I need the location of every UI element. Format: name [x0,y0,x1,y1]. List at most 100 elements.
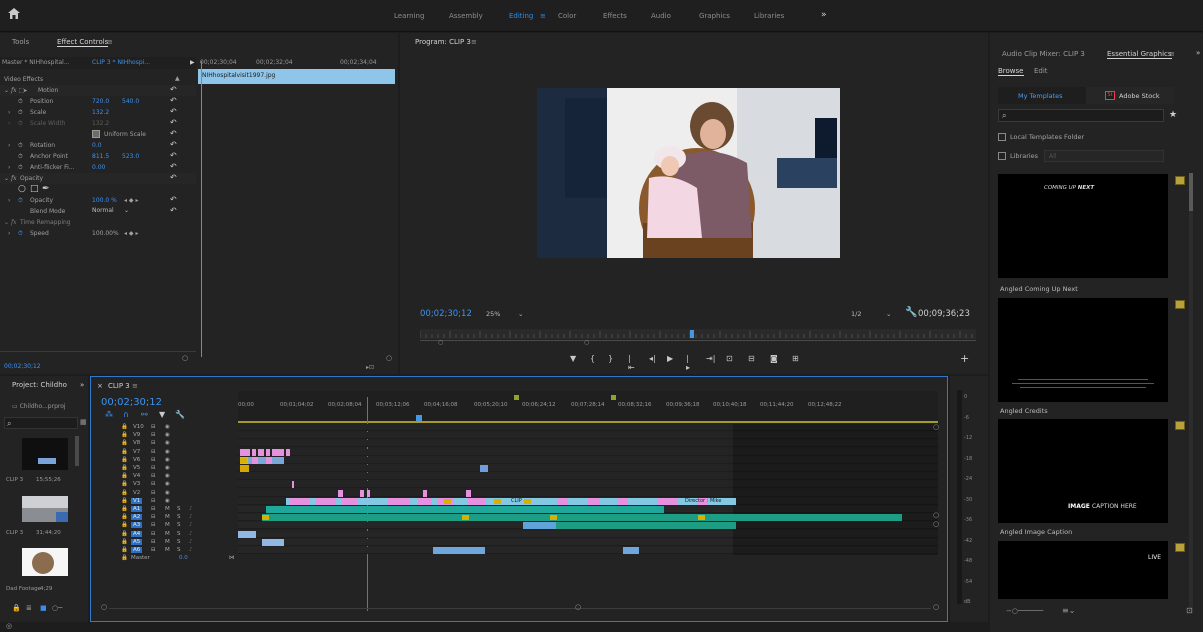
lock-icon[interactable]: 🔒 [121,506,128,512]
project-tab[interactable]: Project: Childho [12,381,67,389]
lock-icon[interactable]: 🔒 [121,432,128,438]
anchor-y-value[interactable]: 523.0 [122,153,139,160]
reset-position-icon[interactable]: ↶ [170,96,177,105]
video-track-header[interactable]: 🔒 V2 ⊟ ◉ [119,490,237,498]
template-card[interactable] [998,298,1168,402]
reset-anchor-icon[interactable]: ↶ [170,151,177,160]
sync-lock-icon[interactable]: ⊟ [151,547,156,553]
expand-icon[interactable]: › [8,164,10,171]
eye-icon[interactable]: ◉ [165,424,170,430]
stopwatch-active-icon[interactable]: ⏱ [18,197,23,205]
tab-effect-controls[interactable]: Effect Controls [57,38,109,47]
timeline-clip[interactable] [623,547,639,554]
video-track-header[interactable]: 🔒 V1 ⊟ ◉ [119,497,237,506]
zoom-handle-icon[interactable]: ○ [182,354,188,362]
eye-icon[interactable]: ◉ [165,498,170,504]
timeline-clip[interactable] [272,448,284,456]
rotation-value[interactable]: 0.0 [92,142,102,149]
program-playhead[interactable] [690,330,694,338]
lock-icon[interactable]: 🔒 [121,555,128,561]
linked-selection-icon[interactable]: ⚯ [141,410,148,419]
program-timecode[interactable]: 00;02;30;12 [420,309,472,319]
wrench-icon[interactable]: 🔧 [905,307,917,318]
timeline-clip[interactable] [266,506,664,513]
tab-audio-clip-mixer[interactable]: Audio Clip Mixer: CLIP 3 [1002,50,1085,58]
timeline-clip[interactable] [258,448,264,456]
zoom-slider[interactable]: ○─ [52,604,62,612]
timeline-clip[interactable] [433,547,485,554]
lock-icon[interactable]: 🔒 [121,490,128,496]
vertical-zoom-handle-icon[interactable]: ○ [933,423,939,431]
sync-lock-icon[interactable]: ⊟ [151,490,156,496]
eye-icon[interactable]: ◉ [165,481,170,487]
template-scrollbar[interactable] [1189,173,1193,613]
reset-scale-icon[interactable]: ↶ [170,107,177,116]
sync-lock-icon[interactable]: ⊟ [151,539,156,545]
sequence-marker[interactable] [611,395,616,400]
timeline-clip[interactable] [367,489,370,497]
sync-lock-icon[interactable]: ⊟ [151,457,156,463]
tab-essential-graphics[interactable]: Essential Graphics [1107,50,1172,59]
work-area-bar[interactable] [238,421,938,423]
sync-lock-icon[interactable]: ⊟ [151,465,156,471]
timeline-clip[interactable] [262,538,284,546]
timeline-clip[interactable] [588,497,600,505]
solo-button[interactable]: S [177,547,181,553]
solo-button[interactable]: S [177,514,181,520]
track-label[interactable]: A2 [131,514,143,521]
project-thumbnail[interactable] [22,438,68,470]
workspace-audio[interactable]: Audio [651,12,671,20]
video-track-header[interactable]: 🔒 V6 ⊟ ◉ [119,457,237,465]
add-marker-icon[interactable]: ▼ [570,354,576,363]
workspace-menu-icon[interactable]: ≡ [540,12,546,20]
timeline-clip[interactable] [290,497,310,505]
lock-icon[interactable]: 🔒 [121,531,128,537]
microphone-icon[interactable]: ♪ [189,514,193,520]
template-card[interactable]: COMING UP NEXT [998,174,1168,278]
lock-icon[interactable]: 🔒 [121,539,128,545]
step-back-icon[interactable]: ◂| [649,354,656,363]
master-volume[interactable]: 0.0 [179,555,188,561]
audio-track-header[interactable]: 🔒 A4 ⊟ M S ♪ [119,530,237,539]
video-track-header[interactable]: 🔒 V9 ⊟ ◉ [119,432,237,440]
sync-lock-icon[interactable]: ⊟ [151,473,156,479]
lock-icon[interactable]: 🔒 [121,440,128,446]
project-thumbnail[interactable] [22,548,68,576]
fx-toggle-icon[interactable]: ⌄ fx [4,219,17,226]
zoom-select[interactable]: 25% ⌄ [486,310,526,320]
timeline-close-icon[interactable]: × [97,382,103,390]
microphone-icon[interactable]: ♪ [189,506,193,512]
step-forward-icon[interactable]: |▸ [686,354,690,372]
timeline-clip[interactable] [338,489,343,497]
scrollbar-thumb[interactable] [1189,173,1193,211]
timeline-clip[interactable] [316,497,336,505]
audio-track-header[interactable]: 🔒 A5 ⊟ M S ♪ [119,538,237,547]
track-label[interactable]: V1 [131,497,143,504]
camera-icon[interactable]: ◙ [770,354,778,363]
solo-button[interactable]: S [177,522,181,528]
video-track-header[interactable]: 🔒 V8 ⊟ ◉ [119,440,237,448]
timeline-clip[interactable] [266,456,272,464]
program-video-frame[interactable] [537,88,840,258]
track-label[interactable]: V2 [131,490,142,496]
panel-menu-icon[interactable]: ≡ [1169,50,1175,58]
reset-scale-width-icon[interactable]: ↶ [170,118,177,127]
sync-lock-icon[interactable]: ⊟ [151,432,156,438]
libraries-select[interactable]: All [1044,150,1164,162]
template-card[interactable]: LIVE [998,541,1168,599]
track-label[interactable]: V8 [131,440,142,446]
track-label[interactable]: V7 [131,449,142,455]
reset-antiflicker-icon[interactable]: ↶ [170,162,177,171]
program-scrubber[interactable] [420,329,976,339]
mute-button[interactable]: M [165,547,170,553]
sync-lock-icon[interactable]: ⊟ [151,449,156,455]
master-clip-label[interactable]: Master * NIHhospital... [2,59,70,66]
lock-icon[interactable]: 🔒 [121,498,128,504]
eye-icon[interactable]: ◉ [165,473,170,479]
timeline-clip[interactable] [252,456,258,464]
video-track-header[interactable]: 🔒 V10 ⊟ ◉ [119,424,237,432]
my-templates-tab[interactable]: My Templates [998,87,1086,104]
audio-track-header[interactable]: 🔒 A6 ⊟ M S ♪ [119,547,237,555]
reset-rotation-icon[interactable]: ↶ [170,140,177,149]
track-label[interactable]: V3 [131,481,142,487]
